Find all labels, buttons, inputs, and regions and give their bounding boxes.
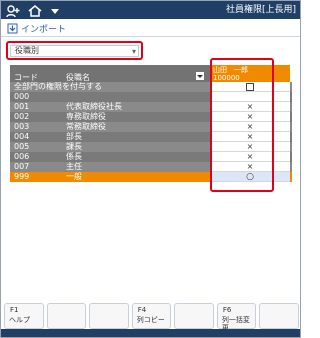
fkey-label: 列コピー: [136, 316, 165, 324]
row-name: [66, 92, 206, 102]
table-row: 006 係長 ×: [10, 152, 292, 162]
checkbox-icon[interactable]: [246, 82, 254, 91]
fkey-f5[interactable]: [174, 303, 214, 329]
table-row: 003 常務取締役 ×: [10, 122, 292, 132]
row-name: 一般: [66, 172, 82, 181]
table-row: 000: [10, 92, 292, 102]
row-code: 002: [14, 112, 30, 121]
top-icons: [5, 3, 65, 18]
row-mark[interactable]: ×: [210, 162, 290, 172]
fkey-f3[interactable]: [89, 303, 129, 329]
row-code: 001: [14, 102, 30, 111]
table-row: 007 主任 ×: [10, 162, 292, 172]
row-mark[interactable]: ×: [210, 112, 290, 122]
role-label: 社員権限[上長用]: [225, 5, 296, 15]
table-row: 004 部長 ×: [10, 132, 292, 142]
function-key-bar: F1 ヘルプ F4 列コピー F6 列一括変更: [1, 303, 300, 332]
table-row-selected[interactable]: 999 一般 ○: [10, 172, 292, 182]
bottom-bar: [1, 329, 300, 337]
all-departments-checkbox-cell[interactable]: [210, 82, 290, 92]
row-mark[interactable]: ×: [210, 132, 290, 142]
table-header: コード 役職名: [10, 65, 210, 82]
user-code: 100000: [213, 74, 287, 82]
fkey-key: F6: [222, 306, 232, 314]
all-departments-label: 全部門の権限を付与する: [14, 82, 102, 91]
sort-icon[interactable]: [196, 72, 204, 80]
row-code: 000: [14, 92, 30, 101]
category-select-value: 役職別: [15, 46, 39, 55]
row-name: 部長: [66, 132, 82, 141]
row-name: 課長: [66, 142, 82, 151]
fkey-f6[interactable]: F6 列一括変更: [216, 303, 257, 332]
row-code: 007: [14, 162, 30, 171]
fkey-f1[interactable]: F1 ヘルプ: [4, 303, 44, 329]
top-bar: 社員権限[上長用]: [1, 1, 300, 19]
chevron-down-icon: ▾: [131, 47, 136, 56]
table-row: 005 課長 ×: [10, 142, 292, 152]
import-link[interactable]: インポート: [7, 22, 66, 35]
app-frame: 社員権限[上長用] インポート 役職別 ▾ コード 役職名 山田 一郎 1000…: [0, 0, 301, 338]
row-mark[interactable]: [210, 92, 290, 102]
row-name: 主任: [66, 162, 82, 171]
fkey-f4[interactable]: F4 列コピー: [131, 303, 172, 329]
fkey-key: F1: [10, 306, 19, 314]
user-plus-icon[interactable]: [5, 3, 21, 18]
category-select[interactable]: 役職別 ▾: [10, 45, 139, 57]
user-name: 山田 一郎: [213, 66, 248, 74]
row-name: 常務取締役: [66, 122, 106, 131]
import-icon: [7, 23, 18, 34]
fkey-label: ヘルプ: [9, 316, 30, 324]
row-name: 係長: [66, 152, 82, 161]
row-mark[interactable]: ×: [210, 102, 290, 112]
row-code: 006: [14, 152, 30, 161]
row-code: 005: [14, 142, 30, 151]
menu-caret-icon[interactable]: [49, 3, 65, 17]
row-code: 004: [14, 132, 30, 141]
row-mark[interactable]: ×: [210, 152, 290, 162]
user-column-header[interactable]: 山田 一郎 100000: [210, 65, 290, 82]
home-icon[interactable]: [27, 3, 43, 17]
row-mark[interactable]: ×: [210, 142, 290, 152]
fkey-key: F4: [137, 306, 147, 314]
fkey-f2[interactable]: [46, 303, 87, 329]
row-code: 999: [14, 172, 30, 181]
permissions-table: コード 役職名 山田 一郎 100000 全部門の権限を付与する 000 001…: [10, 65, 292, 297]
row-code: 003: [14, 122, 30, 131]
table-row: 001 代表取締役社長 ×: [10, 102, 292, 112]
row-name: 専務取締役: [66, 112, 106, 121]
row-mark[interactable]: ×: [210, 122, 290, 132]
fkey-f7[interactable]: [259, 303, 300, 329]
import-bar: インポート: [1, 19, 300, 37]
import-label: インポート: [21, 25, 67, 35]
table-row: 002 専務取締役 ×: [10, 112, 292, 122]
all-departments-row: 全部門の権限を付与する: [10, 82, 292, 92]
row-mark[interactable]: ○: [210, 172, 290, 182]
row-name: 代表取締役社長: [66, 102, 122, 111]
category-select-highlight: 役職別 ▾: [6, 41, 143, 60]
